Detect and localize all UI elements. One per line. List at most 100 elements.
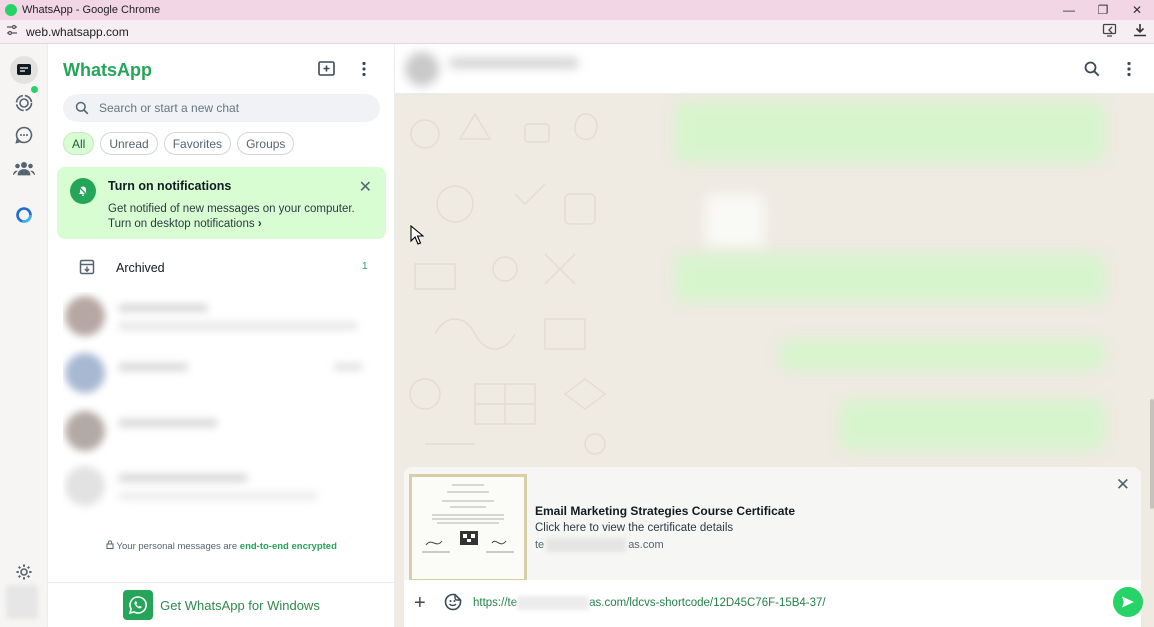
window-controls: — ❐ ✕ [1052,0,1154,20]
blurred-message-bubble [675,254,1105,302]
chat-list-item[interactable] [63,349,383,399]
channels-icon[interactable] [11,122,37,148]
communities-icon[interactable] [11,155,37,181]
encryption-notice: Your personal messages are end-to-end en… [48,540,395,552]
chevron-right-icon: › [257,218,262,230]
preview-description: Click here to view the certificate detai… [535,522,734,534]
message-text-start: https://te [473,597,518,610]
chat-avatar [65,353,105,393]
whatsapp-favicon-icon [5,4,17,16]
search-placeholder: Search or start a new chat [99,101,240,115]
conversation-header[interactable] [395,44,1154,94]
chat-avatar [65,411,105,451]
address-bar[interactable]: web.whatsapp.com [0,20,1154,44]
archived-label: Archived [116,261,165,275]
blurred-message-image [705,194,765,249]
bell-off-icon [70,178,96,204]
preview-domain-end: as.com [628,538,664,551]
preview-domain-start: te [535,538,545,551]
whatsapp-logo-icon [123,590,154,620]
blurred-chat-name [118,474,248,482]
menu-kebab-icon[interactable] [361,61,367,82]
conversation-panel: Email Marketing Strategies Course Certif… [395,44,1154,627]
contact-avatar[interactable] [405,52,439,86]
message-area [395,94,1154,509]
blurred-message-bubble [780,340,1105,370]
message-input[interactable]: https://te as.com/ldcvs-shortcode/12D45C7… [473,596,826,610]
chats-icon[interactable] [10,56,38,84]
archive-icon [79,259,95,280]
chat-menu-kebab-icon[interactable] [1126,61,1132,82]
notifications-title: Turn on notifications [108,179,232,193]
archived-row[interactable]: Archived 1 [48,252,395,284]
archived-count: 1 [362,261,368,272]
dismiss-notifications-button[interactable]: ✕ [359,177,372,197]
close-window-button[interactable]: ✕ [1120,0,1154,20]
notifications-banner: Turn on notifications Get notified of ne… [57,167,386,239]
blurred-chat-preview [118,492,318,500]
filter-unread[interactable]: Unread [100,132,158,155]
certificate-thumbnail [409,474,527,582]
filter-favorites[interactable]: Favorites [163,132,232,155]
emoji-sticker-icon[interactable] [444,593,462,616]
notifications-line1: Get notified of new messages on your com… [108,203,355,215]
restore-button[interactable]: ❐ [1086,0,1120,20]
close-preview-button[interactable]: ✕ [1116,475,1130,495]
chat-list [63,292,383,530]
chat-list-panel: WhatsApp Search or start a new chat All … [48,44,395,627]
app-brand-title: WhatsApp [63,60,152,80]
site-settings-icon[interactable] [6,24,18,39]
settings-icon[interactable] [11,559,37,585]
message-composer: + https://te as.com/ldcvs-shortcode/12D45… [404,580,1141,627]
blurred-message-bubble [840,400,1105,450]
preview-title: Email Marketing Strategies Course Certif… [535,504,796,518]
blurred-chat-preview [118,322,358,330]
blurred-message-bubble [675,102,1105,162]
chat-list-item[interactable] [63,292,383,342]
chat-avatar [65,466,105,506]
send-icon [1122,596,1134,608]
preview-domain: te as.com [535,538,664,552]
chat-scrollbar[interactable] [1150,399,1154,509]
encryption-text: Your personal messages are [116,541,238,552]
encryption-link[interactable]: end-to-end encrypted [240,541,337,552]
filter-chips: All Unread Favorites Groups [63,132,295,155]
meta-ai-icon[interactable] [11,202,37,228]
url-text[interactable]: web.whatsapp.com [26,25,129,39]
filter-groups[interactable]: Groups [237,132,295,155]
blurred-contact-name [449,58,579,68]
attach-plus-button[interactable]: + [414,592,426,615]
certificate-image-icon [422,484,514,553]
filter-all[interactable]: All [63,132,95,155]
download-icon[interactable] [1132,22,1148,41]
chat-list-item[interactable] [63,407,383,457]
install-app-icon[interactable] [1102,22,1118,41]
navigation-rail [0,44,48,627]
address-bar-actions [1102,22,1148,41]
mouse-cursor-icon [410,225,424,245]
blurred-chat-name [118,363,188,371]
redacted-url-segment [517,596,590,610]
status-icon[interactable] [11,90,37,116]
notifications-body: Get notified of new messages on your com… [108,202,355,232]
redacted-domain [546,538,627,552]
chat-list-item[interactable] [63,462,383,512]
enable-desktop-notifications-link[interactable]: Turn on desktop notifications › [108,217,355,232]
blurred-chat-time [333,363,363,371]
status-unread-dot [31,86,38,93]
minimize-button[interactable]: — [1052,0,1086,20]
search-in-chat-icon[interactable] [1084,61,1100,82]
get-whatsapp-windows-button[interactable]: Get WhatsApp for Windows [48,582,395,627]
chat-avatar [65,296,105,336]
search-input[interactable]: Search or start a new chat [63,94,380,122]
message-text-end: as.com/ldcvs-shortcode/12D45C76F-15B4-37… [589,597,826,610]
new-chat-icon[interactable] [318,61,336,82]
window-title: WhatsApp - Google Chrome [22,4,161,16]
profile-avatar[interactable] [6,585,38,619]
send-button[interactable] [1113,587,1143,617]
link-preview-card[interactable]: Email Marketing Strategies Course Certif… [404,467,1141,582]
wallpaper-doodle-pattern [409,112,607,455]
enable-notifications-label: Turn on desktop notifications [108,218,255,230]
blurred-chat-name [118,419,218,427]
search-icon [75,101,89,115]
